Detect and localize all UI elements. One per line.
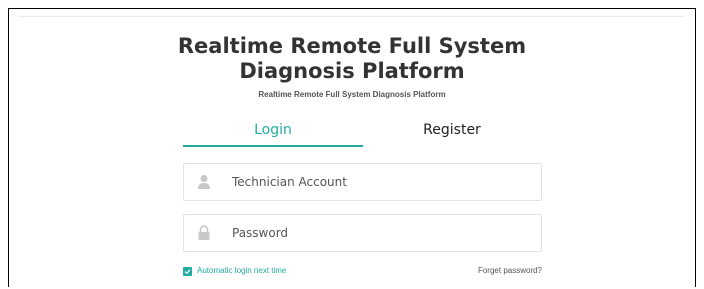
page-title-line-2: Diagnosis Platform bbox=[239, 59, 465, 83]
top-divider bbox=[18, 16, 684, 17]
page-title-line-1: Realtime Remote Full System bbox=[177, 34, 527, 58]
auto-login-label: Automatic login next time bbox=[197, 266, 287, 275]
tab-register[interactable]: Register bbox=[362, 117, 542, 147]
tab-login[interactable]: Login bbox=[183, 117, 363, 147]
lock-icon bbox=[197, 225, 211, 241]
password-field[interactable] bbox=[183, 214, 542, 252]
password-input[interactable] bbox=[232, 215, 532, 251]
check-icon bbox=[184, 268, 191, 274]
page-subtitle: Realtime Remote Full System Diagnosis Pl… bbox=[258, 90, 446, 99]
user-icon bbox=[197, 174, 211, 190]
auto-login-toggle[interactable]: Automatic login next time bbox=[183, 265, 286, 277]
technician-account-field[interactable] bbox=[183, 163, 542, 201]
page-title: Realtime Remote Full System Diagnosis Pl… bbox=[150, 34, 554, 84]
forgot-password-link[interactable]: Forget password? bbox=[420, 266, 542, 276]
auto-login-checkbox[interactable] bbox=[183, 266, 192, 276]
technician-account-input[interactable] bbox=[232, 164, 532, 200]
